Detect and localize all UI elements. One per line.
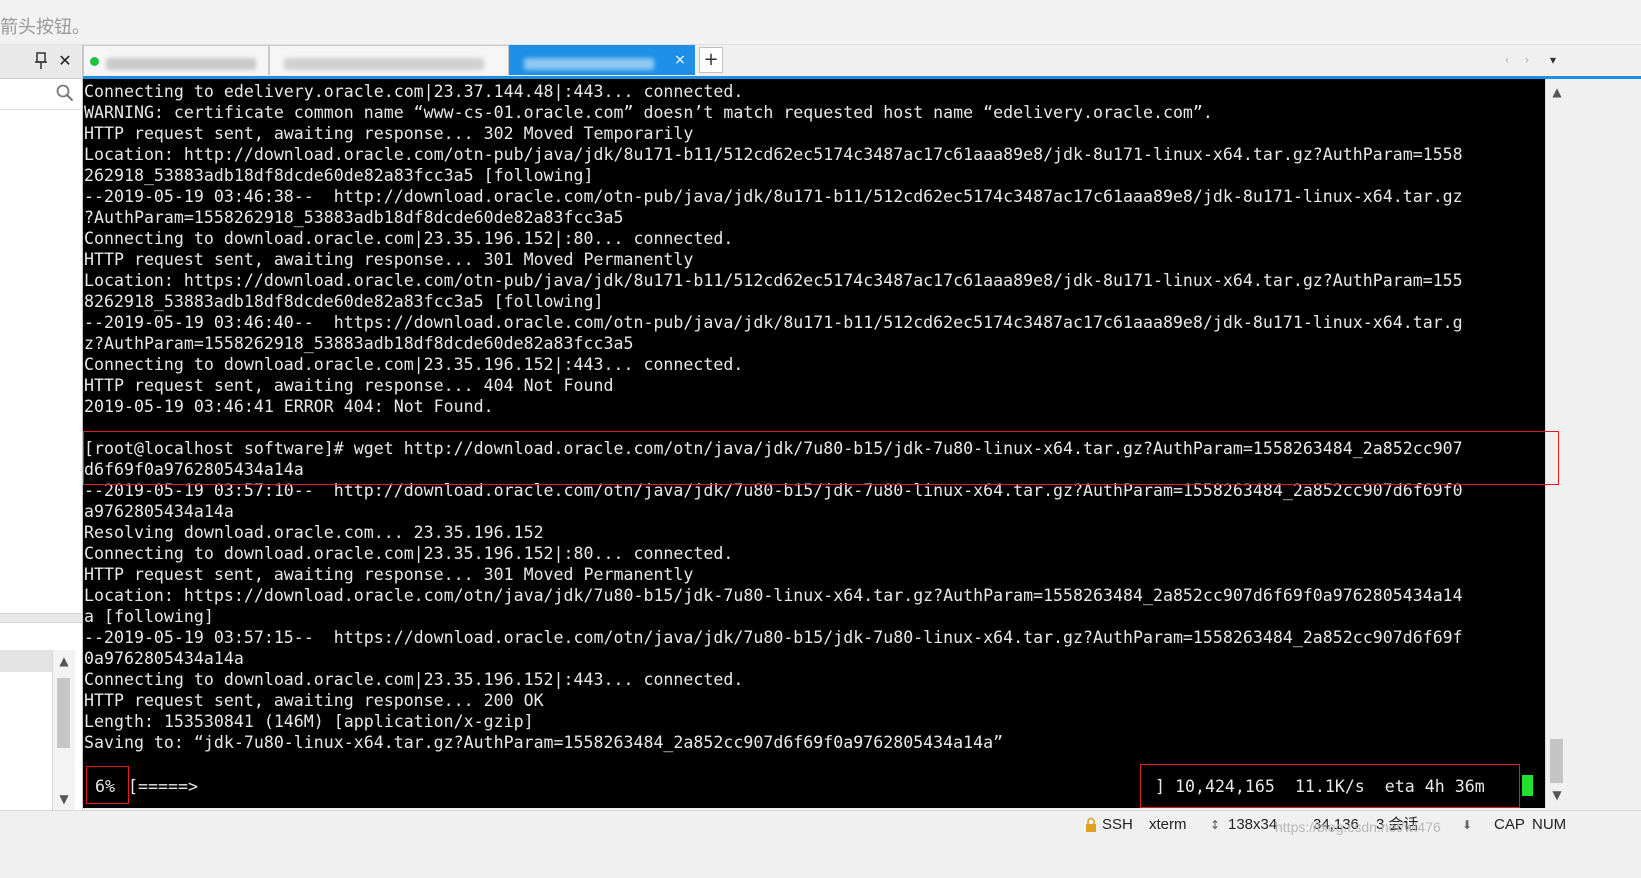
terminal-line: 262918_53883adb18df8dcde60de82a83fcc3a5 … bbox=[84, 166, 594, 185]
scroll-thumb[interactable] bbox=[57, 678, 70, 748]
terminal-line: Resolving download.oracle.com... 23.35.1… bbox=[84, 523, 544, 542]
add-tab-button[interactable]: + bbox=[699, 47, 723, 73]
terminal-line: HTTP request sent, awaiting response... … bbox=[84, 250, 694, 269]
terminal-line: [root@localhost software]# wget http://d… bbox=[84, 439, 1463, 458]
scroll-up-icon[interactable]: ▲ bbox=[55, 652, 73, 670]
terminal-line: Connecting to download.oracle.com|23.35.… bbox=[84, 544, 734, 563]
tab-session-2[interactable] bbox=[269, 45, 509, 75]
terminal-lines: Connecting to edelivery.oracle.com|23.37… bbox=[84, 81, 1463, 753]
caps-lock-indicator: CAP bbox=[1494, 816, 1525, 833]
tab-scroll-right-icon[interactable]: › bbox=[1519, 51, 1535, 69]
lock-icon bbox=[1085, 817, 1097, 833]
num-lock-indicator: NUM bbox=[1532, 816, 1567, 833]
top-hint-strip: 箭头按钮。 bbox=[0, 0, 1641, 45]
terminal-line: --2019-05-19 03:57:10-- http://download.… bbox=[84, 481, 1463, 500]
tab-scroll-left-icon[interactable]: ‹ bbox=[1499, 51, 1515, 69]
protocol-label: SSH bbox=[1102, 816, 1133, 833]
download-progress-bar: [=====> bbox=[128, 777, 198, 796]
terminal-line: HTTP request sent, awaiting response... … bbox=[84, 565, 694, 584]
terminal-line: Length: 153530841 (146M) [application/x-… bbox=[84, 712, 534, 731]
close-panel-icon[interactable]: ✕ bbox=[57, 51, 73, 71]
search-icon[interactable] bbox=[56, 84, 74, 102]
terminal-line: Connecting to download.oracle.com|23.35.… bbox=[84, 355, 744, 374]
terminal-size-label: 138x34 bbox=[1228, 816, 1278, 833]
panel-header: ✕ bbox=[0, 45, 82, 79]
terminal-line: ?AuthParam=1558262918_53883adb18df8dcde6… bbox=[84, 208, 624, 227]
terminal-line: Connecting to edelivery.oracle.com|23.37… bbox=[84, 82, 744, 101]
session-tab-bar: × + ‹ › ▾ bbox=[83, 45, 1641, 79]
close-tab-icon[interactable]: × bbox=[672, 51, 688, 69]
panel-splitter[interactable] bbox=[0, 613, 82, 623]
terminal-line: --2019-05-19 03:57:15-- https://download… bbox=[84, 628, 1463, 647]
tab-list-menu-icon[interactable]: ▾ bbox=[1545, 51, 1561, 69]
watermark: https://blog.csdn.net/wl476 bbox=[1275, 819, 1441, 835]
terminal-output[interactable]: Connecting to edelivery.oracle.com|23.37… bbox=[83, 79, 1545, 808]
terminal-line: HTTP request sent, awaiting response... … bbox=[84, 124, 694, 143]
terminal-type-label: xterm bbox=[1149, 816, 1187, 833]
session-manager-panel: ✕ ▲ ▼ bbox=[0, 45, 83, 850]
terminal-line: Location: https://download.oracle.com/ot… bbox=[84, 586, 1463, 605]
terminal-line: z?AuthParam=1558262918_53883adb18df8dcde… bbox=[84, 334, 634, 353]
terminal-line: --2019-05-19 03:46:38-- http://download.… bbox=[84, 187, 1463, 206]
terminal-line: Connecting to download.oracle.com|23.35.… bbox=[84, 229, 734, 248]
top-hint-text: 箭头按钮。 bbox=[0, 17, 90, 38]
download-progress-percent: 6% bbox=[95, 777, 115, 796]
terminal-scrollbar[interactable]: ▲ ▼ bbox=[1545, 79, 1568, 808]
terminal-line: HTTP request sent, awaiting response... … bbox=[84, 691, 544, 710]
resize-icon: ↕ bbox=[1210, 818, 1221, 832]
redacted-tab-title bbox=[524, 58, 654, 70]
terminal-line: --2019-05-19 03:46:40-- https://download… bbox=[84, 313, 1463, 332]
arrow-down-icon: ⬇ bbox=[1462, 818, 1473, 832]
terminal-line: HTTP request sent, awaiting response... … bbox=[84, 376, 614, 395]
terminal-cursor bbox=[1522, 775, 1533, 796]
download-progress-stats: ] 10,424,165 11.1K/s eta 4h 36m bbox=[1155, 777, 1485, 796]
status-bar: SSH xterm ↕ 138x34 34,136 3 会话 https://b… bbox=[0, 810, 1641, 878]
terminal-line: Location: http://download.oracle.com/otn… bbox=[84, 145, 1463, 164]
connected-status-icon bbox=[90, 57, 99, 66]
scroll-thumb[interactable] bbox=[1550, 739, 1563, 783]
terminal-line: 0a9762805434a14a bbox=[84, 649, 244, 668]
tab-session-1[interactable] bbox=[83, 45, 269, 75]
scroll-down-icon[interactable]: ▼ bbox=[55, 790, 73, 808]
terminal-line: Location: https://download.oracle.com/ot… bbox=[84, 271, 1463, 290]
redacted-tab-title bbox=[284, 58, 484, 70]
terminal-line: Connecting to download.oracle.com|23.35.… bbox=[84, 670, 744, 689]
panel-search-bar[interactable] bbox=[0, 79, 82, 110]
scroll-down-icon[interactable]: ▼ bbox=[1548, 786, 1566, 804]
terminal-line: d6f69f0a9762805434a14a bbox=[84, 460, 304, 479]
tab-session-3-active[interactable]: × bbox=[509, 45, 695, 75]
panel-section-header bbox=[0, 650, 52, 672]
terminal-line: a9762805434a14a bbox=[84, 502, 234, 521]
terminal-line: 8262918_53883adb18df8dcde60de82a83fcc3a5… bbox=[84, 292, 604, 311]
terminal-line: a [following] bbox=[84, 607, 214, 626]
pin-icon[interactable] bbox=[34, 52, 48, 70]
scroll-up-icon[interactable]: ▲ bbox=[1548, 83, 1566, 101]
redacted-tab-title bbox=[106, 58, 256, 70]
terminal-line: Saving to: “jdk-7u80-linux-x64.tar.gz?Au… bbox=[84, 733, 1004, 752]
terminal-line: WARNING: certificate common name “www-cs… bbox=[84, 103, 1213, 122]
terminal-line: 2019-05-19 03:46:41 ERROR 404: Not Found… bbox=[84, 397, 494, 416]
panel-scrollbar[interactable]: ▲ ▼ bbox=[52, 650, 75, 810]
